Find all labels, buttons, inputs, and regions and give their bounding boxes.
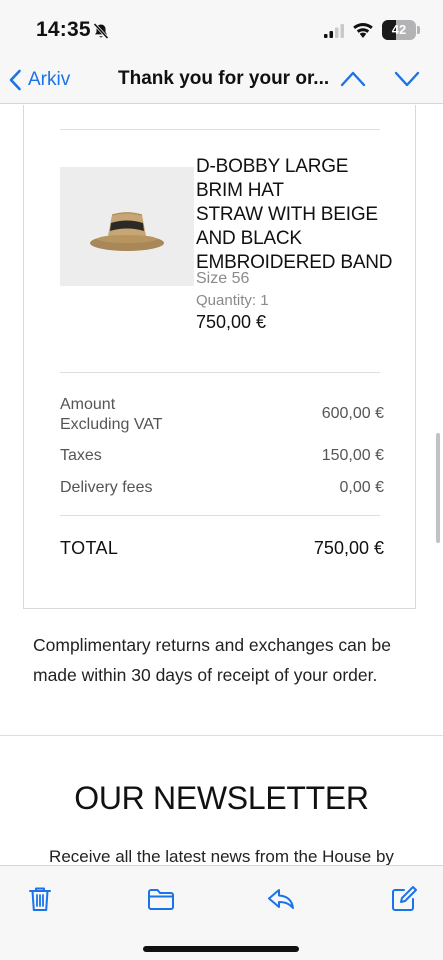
home-indicator[interactable]	[143, 946, 299, 952]
scroll-indicator[interactable]	[436, 433, 440, 543]
divider	[60, 129, 380, 130]
product-image[interactable]	[60, 167, 194, 286]
delete-button[interactable]	[25, 884, 55, 914]
taxes-value: 150,00 €	[321, 447, 384, 464]
compose-icon	[392, 886, 417, 911]
back-label: Arkiv	[28, 69, 71, 90]
product-name-line: D-BOBBY LARGE	[196, 156, 349, 177]
delivery-fees-label: Delivery fees	[60, 479, 153, 496]
amount-value: 600,00 €	[321, 405, 384, 422]
product-name-line: AND BLACK	[196, 228, 302, 249]
total-value: 750,00 €	[313, 538, 384, 558]
divider	[60, 372, 380, 373]
order-summary-box: D-BOBBY LARGE BRIM HAT STRAW WITH BEIGE …	[23, 105, 416, 609]
product-quantity: Quantity: 1	[196, 292, 269, 309]
amount-label-line: Amount	[60, 396, 116, 413]
newsletter-title: OUR NEWSLETTER	[74, 780, 369, 816]
reply-button[interactable]	[266, 884, 296, 914]
trash-icon	[29, 887, 51, 911]
battery-icon: 42	[382, 20, 416, 40]
delivery-fees-value: 0,00 €	[339, 479, 384, 496]
chevron-up-icon[interactable]	[340, 68, 366, 90]
wifi-icon	[353, 23, 373, 38]
section-divider	[0, 735, 443, 736]
reply-icon	[268, 889, 294, 909]
total-label: TOTAL	[60, 538, 119, 558]
taxes-label: Taxes	[60, 447, 102, 464]
move-to-folder-button[interactable]	[146, 884, 176, 914]
bell-slash-icon	[93, 22, 109, 40]
cellular-signal-icon	[324, 24, 344, 38]
chevron-down-icon[interactable]	[394, 68, 420, 90]
status-bar: 14:35 42	[0, 0, 443, 56]
status-time: 14:35	[36, 18, 91, 41]
battery-nub	[417, 26, 420, 34]
product-name-line: BRIM HAT	[196, 180, 284, 201]
compose-button[interactable]	[389, 884, 419, 914]
email-body[interactable]: D-BOBBY LARGE BRIM HAT STRAW WITH BEIGE …	[0, 105, 443, 865]
amount-label-line: Excluding VAT	[60, 416, 163, 433]
product-size: Size 56	[196, 270, 250, 287]
product-price: 750,00 €	[196, 312, 267, 332]
mail-screen: 14:35 42 Arkiv Thank you for your or... …	[0, 0, 443, 960]
folder-icon	[148, 889, 174, 910]
battery-level: 42	[391, 22, 407, 37]
bottom-toolbar	[0, 865, 443, 960]
product-name-line: STRAW WITH BEIGE	[196, 204, 378, 225]
product-name: D-BOBBY LARGE BRIM HAT STRAW WITH BEIGE …	[196, 155, 396, 275]
amount-label: Amount Excluding VAT	[60, 395, 163, 435]
returns-policy-text: Complimentary returns and exchanges can …	[33, 635, 391, 685]
chevron-left-icon	[9, 69, 21, 91]
newsletter-text: Receive all the latest news from the Hou…	[49, 847, 394, 865]
nav-bar: Arkiv Thank you for your or...	[0, 56, 443, 104]
message-subject: Thank you for your or...	[118, 68, 328, 89]
back-button[interactable]: Arkiv	[8, 64, 70, 96]
hat-image	[90, 212, 164, 251]
divider	[60, 515, 380, 516]
